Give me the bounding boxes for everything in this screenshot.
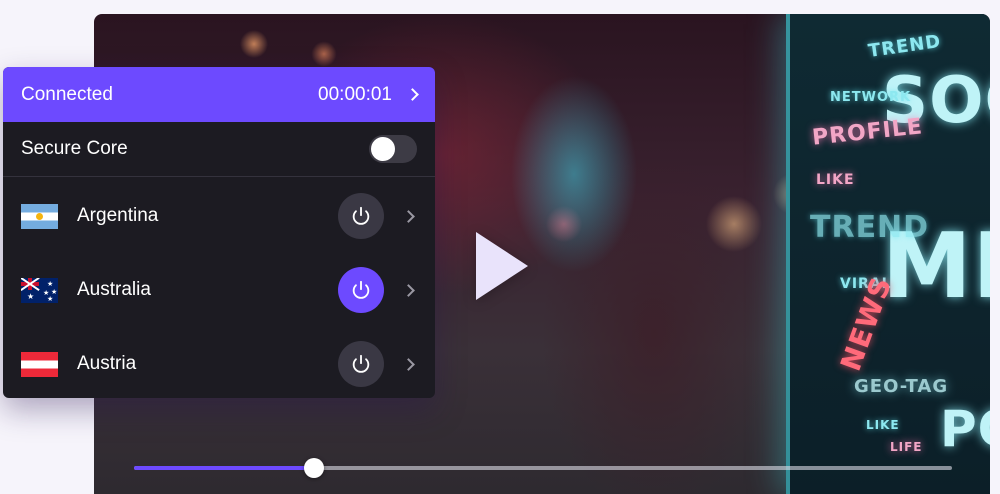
country-row-australia[interactable]: ★ ★ ★ ★ ★ Australia [3,253,435,327]
power-button[interactable] [338,267,384,313]
play-icon[interactable] [476,232,528,300]
video-progress-bar[interactable] [134,458,952,478]
austria-flag-icon [21,351,58,377]
argentina-flag-icon [21,203,58,229]
billboard-word: TREND [866,30,943,63]
vpn-panel: Connected 00:00:01 Secure Core Argentina… [3,67,435,398]
country-row-austria[interactable]: Austria [3,327,435,398]
chevron-right-icon[interactable] [402,283,415,297]
chevron-right-icon[interactable] [402,357,415,371]
billboard-word: LIKE [816,172,855,188]
billboard-word: PROFILE [810,114,925,151]
toggle-knob [371,137,395,161]
connection-timer: 00:00:01 [318,83,392,105]
billboard-word: NETWORK [830,90,912,105]
power-icon [352,280,370,299]
power-icon [352,354,370,373]
billboard-word: TREND [810,210,930,245]
country-row-argentina[interactable]: Argentina [3,179,435,253]
billboard-word: GEO-TAG [854,376,949,397]
progress-thumb[interactable] [303,458,324,478]
australia-flag-icon: ★ ★ ★ ★ ★ [21,277,58,303]
power-button[interactable] [338,193,384,239]
chevron-right-icon[interactable] [402,209,415,223]
chevron-right-icon[interactable] [406,88,419,101]
country-name: Argentina [77,205,159,226]
billboard-word: LIKE [866,418,900,432]
power-button[interactable] [338,341,384,387]
connection-status: Connected [21,83,113,105]
secure-core-toggle[interactable] [369,135,417,163]
billboard-word: LIFE [890,440,923,454]
country-name: Austria [77,353,137,374]
secure-core-label: Secure Core [21,138,128,159]
connection-status-bar[interactable]: Connected 00:00:01 [3,67,435,122]
power-icon [352,206,370,225]
billboard-image: TREND SOC ME NETWORK PROFILE LIKE TREND … [786,14,990,494]
country-name: Australia [77,279,151,300]
secure-core-row: Secure Core [3,122,435,177]
billboard-word: PO [940,400,990,458]
progress-fill [134,466,314,470]
